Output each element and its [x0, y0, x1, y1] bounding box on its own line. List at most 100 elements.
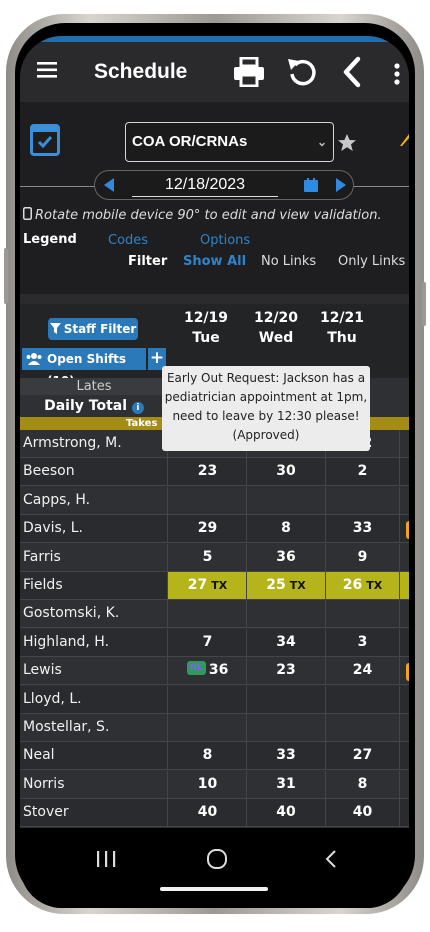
- divider: [354, 186, 409, 187]
- home-icon[interactable]: [206, 848, 228, 870]
- shift-cell[interactable]: 27: [325, 742, 399, 770]
- staff-name[interactable]: Neal: [23, 747, 55, 763]
- prev-date-icon[interactable]: [104, 178, 114, 192]
- edge-cell[interactable]: [399, 685, 409, 713]
- edge-cell[interactable]: [399, 714, 409, 741]
- filter-no-links[interactable]: No Links: [261, 254, 316, 269]
- shift-cell[interactable]: 10: [167, 770, 247, 798]
- staff-name[interactable]: Highland, H.: [23, 634, 109, 650]
- shift-cell[interactable]: [246, 600, 325, 628]
- shift-cell[interactable]: 8: [325, 770, 399, 798]
- filter-icon: [49, 323, 61, 334]
- staff-name[interactable]: Capps, H.: [23, 492, 90, 508]
- options-link[interactable]: Options: [200, 233, 250, 248]
- staff-name[interactable]: Gostomski, K.: [23, 605, 119, 621]
- shift-cell[interactable]: 34: [246, 628, 325, 656]
- info-icon[interactable]: i: [131, 402, 144, 414]
- shift-cell[interactable]: [167, 685, 247, 713]
- shift-cell[interactable]: 7: [167, 628, 247, 656]
- next-date-icon[interactable]: [336, 178, 346, 192]
- shift-cell[interactable]: 24: [325, 657, 399, 685]
- shift-cell[interactable]: 26 TX: [325, 572, 399, 599]
- more-vertical-icon[interactable]: [393, 63, 401, 85]
- staff-name[interactable]: Davis, L.: [23, 520, 83, 536]
- staff-filter-button[interactable]: Staff Filter: [48, 318, 138, 340]
- shift-cell[interactable]: 9: [325, 543, 399, 571]
- shift-cell[interactable]: 29: [167, 515, 247, 543]
- edge-cell[interactable]: [399, 742, 409, 770]
- shift-cell[interactable]: [325, 600, 399, 628]
- shift-cell[interactable]: 33: [325, 515, 399, 543]
- edge-cell[interactable]: [399, 543, 409, 571]
- refresh-icon[interactable]: [286, 56, 318, 88]
- shift-cell[interactable]: NL 36: [167, 657, 247, 685]
- staff-name[interactable]: Armstrong, M.: [23, 435, 122, 451]
- shift-cell[interactable]: 33: [246, 742, 325, 770]
- shift-cell[interactable]: [325, 685, 399, 713]
- shift-cell[interactable]: 40: [246, 799, 325, 827]
- date-input[interactable]: 12/18/2023: [132, 176, 278, 197]
- shift-cell[interactable]: 30: [246, 458, 325, 486]
- recent-apps-icon[interactable]: [96, 850, 116, 868]
- shift-value: 34: [276, 633, 296, 650]
- rotate-notice-text: Rotate mobile device 90° to edit and vie…: [35, 208, 382, 223]
- shift-cell[interactable]: [246, 714, 325, 741]
- filter-show-all[interactable]: Show All: [183, 254, 246, 269]
- edge-cell[interactable]: [399, 600, 409, 628]
- shift-value: 8: [281, 520, 291, 537]
- edge-cell[interactable]: [399, 458, 409, 486]
- shift-cell[interactable]: 8: [246, 515, 325, 543]
- edge-cell[interactable]: [399, 430, 409, 457]
- codes-link[interactable]: Codes: [108, 233, 148, 248]
- shift-value: 23: [276, 662, 296, 679]
- staff-name[interactable]: Stover: [23, 804, 69, 820]
- filter-only-links[interactable]: Only Links: [338, 254, 405, 269]
- edge-cell[interactable]: [399, 572, 409, 599]
- shift-cell[interactable]: [246, 685, 325, 713]
- shift-cell[interactable]: [167, 600, 247, 628]
- shift-cell[interactable]: [167, 714, 247, 741]
- staff-name[interactable]: Lloyd, L.: [23, 691, 82, 707]
- wand-icon[interactable]: [400, 132, 409, 146]
- shift-cell[interactable]: [246, 486, 325, 514]
- edge-cell[interactable]: [399, 486, 409, 514]
- back-icon[interactable]: [325, 850, 337, 868]
- open-shifts-button[interactable]: Open Shifts (10): [22, 348, 146, 388]
- shift-cell[interactable]: 25 TX: [246, 572, 325, 599]
- edge-cell[interactable]: [399, 628, 409, 656]
- print-icon[interactable]: [233, 57, 265, 87]
- group-select[interactable]: COA OR/CRNAs ⌄: [125, 122, 334, 162]
- shift-cell[interactable]: 36: [246, 543, 325, 571]
- shift-value: 3: [357, 633, 368, 650]
- shift-cell[interactable]: 40: [167, 799, 247, 827]
- edge-cell[interactable]: [399, 770, 409, 798]
- shift-cell[interactable]: 23: [246, 657, 325, 685]
- back-chevron-icon[interactable]: [342, 56, 362, 88]
- shift-cell[interactable]: 40: [325, 799, 399, 827]
- shift-cell[interactable]: [325, 486, 399, 514]
- edge-cell[interactable]: [399, 799, 409, 827]
- staff-name[interactable]: Norris: [23, 776, 65, 792]
- shift-cell[interactable]: 8: [167, 742, 247, 770]
- shift-cell[interactable]: 3: [325, 628, 399, 656]
- shift-cell[interactable]: 5: [167, 543, 247, 571]
- favorite-star-icon[interactable]: [338, 134, 356, 151]
- staff-name[interactable]: Farris: [23, 549, 61, 565]
- date-picker-icon[interactable]: [304, 178, 318, 192]
- day-name: Thu: [327, 330, 357, 346]
- shift-cell[interactable]: 2: [325, 458, 399, 486]
- staff-name[interactable]: Lewis: [23, 662, 62, 678]
- staff-name[interactable]: Beeson: [23, 463, 75, 479]
- edge-cell[interactable]: A: [399, 515, 409, 543]
- shift-cell[interactable]: [325, 714, 399, 741]
- staff-name[interactable]: Fields: [23, 577, 63, 593]
- shift-cell[interactable]: 27 TX: [167, 572, 247, 599]
- staff-name[interactable]: Mostellar, S.: [23, 719, 109, 735]
- shift-value: 2: [357, 463, 368, 480]
- edge-cell[interactable]: V: [399, 657, 409, 685]
- menu-icon[interactable]: [37, 62, 57, 78]
- shift-cell[interactable]: 31: [246, 770, 325, 798]
- shift-cell[interactable]: [167, 486, 247, 514]
- calendar-check-icon[interactable]: [30, 124, 60, 156]
- shift-cell[interactable]: 23: [167, 458, 247, 486]
